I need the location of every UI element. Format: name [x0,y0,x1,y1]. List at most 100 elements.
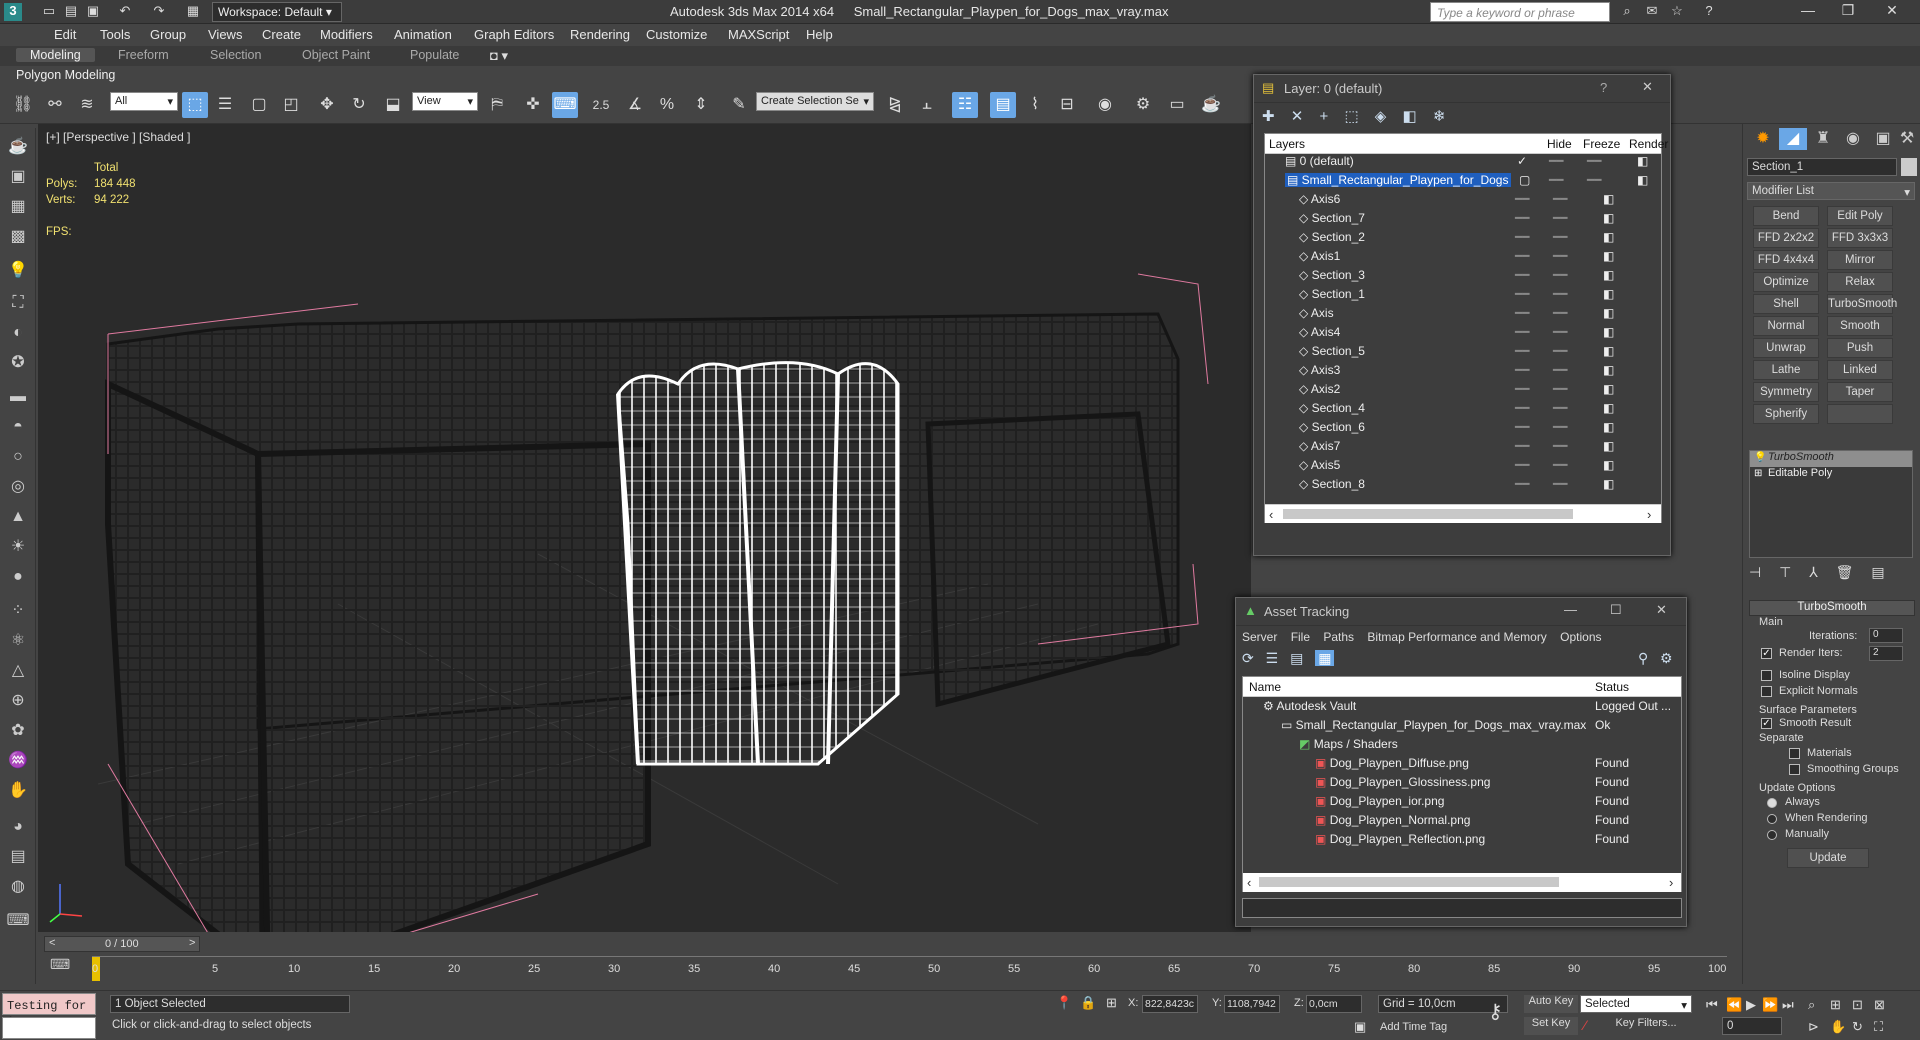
pivot-center-icon[interactable]: ⛿ [484,92,510,118]
orbit-icon[interactable]: ↻ [1852,1019,1863,1035]
curve-editor-icon[interactable]: ⌇ [1022,92,1048,118]
snaps-toggle-icon[interactable]: 2.5 [588,92,614,118]
reference-coordinate-dropdown[interactable]: View ▾ [412,92,478,111]
rectangular-selection-icon[interactable]: ▢ [246,92,272,118]
hair-icon[interactable]: ♒ [5,748,31,774]
smoothing-groups-checkbox[interactable] [1789,764,1800,775]
teapot-icon[interactable]: ☕ [5,134,31,160]
new-file-icon[interactable]: ▭ [40,3,58,20]
delete-layer-icon[interactable]: ✕ [1291,108,1304,125]
favorites-star-icon[interactable]: ☆ [1668,3,1686,20]
motion-tab-icon[interactable]: ◉ [1839,128,1867,150]
maxscript-mini-listener[interactable]: Testing for : [2,993,96,1027]
thumbnail-view-icon[interactable]: ▤ [1290,650,1303,666]
modifier-button[interactable]: Linked XForm [1827,360,1893,394]
layer-row[interactable]: ◇ Axis5 ━━ ━━ ◧ [1299,458,1655,477]
modifier-button[interactable] [1827,404,1893,424]
refresh-icon[interactable]: ⟳ [1242,650,1254,666]
vault-settings-icon[interactable]: ⚙ [1660,650,1673,667]
modifier-button[interactable]: Push [1827,338,1893,358]
col-hide[interactable]: Hide [1547,137,1572,151]
asset-menu-bitmap[interactable]: Bitmap Performance and Memory [1367,630,1546,644]
restore-icon[interactable]: ❐ [1830,2,1866,22]
zoom-extents-all-icon[interactable]: ⊠ [1874,997,1885,1013]
zoom-icon[interactable]: ⌕ [1808,997,1815,1013]
tab-modeling[interactable]: Modeling [16,48,95,62]
select-object-icon[interactable]: ⬚ [182,92,208,118]
edit-named-selection-icon[interactable]: ✎ [726,92,752,118]
asset-menu-file[interactable]: File [1291,630,1310,644]
blue-sphere-icon[interactable]: ◕ [5,814,31,840]
asset-scrollbar[interactable]: ‹ › [1243,873,1681,892]
script-listener-icon[interactable]: ⌨ [5,908,31,934]
layer-close-icon[interactable]: ✕ [1642,79,1653,95]
go-to-end-icon[interactable]: ⏭ [1782,997,1794,1013]
col-freeze[interactable]: Freeze [1583,137,1620,151]
isoline-checkbox[interactable] [1761,670,1772,681]
layer-row[interactable]: ◇ Axis ━━ ━━ ◧ [1299,306,1655,325]
globe-icon[interactable]: ⊕ [5,688,31,714]
scroll-thumb[interactable] [1283,509,1573,519]
sphere-icon[interactable]: ○ [5,444,31,470]
current-frame-field[interactable]: 0 [1722,1017,1782,1035]
zoom-extents-icon[interactable]: ⊡ [1852,997,1863,1013]
show-end-result-icon[interactable]: ⊤ [1779,564,1791,580]
render-production-icon[interactable]: ☕ [1198,92,1224,118]
undo-icon[interactable]: ↶ [116,3,134,20]
menu-group[interactable]: Group [150,27,186,42]
menu-rendering[interactable]: Rendering [570,27,630,42]
asset-row[interactable]: ▣ Dog_Playpen_Normal.png [1315,813,1470,832]
time-ruler[interactable]: 0 5 10 15 20 25 30 35 40 45 50 55 60 65 … [92,956,1727,981]
subscription-icon[interactable]: ✉ [1643,3,1661,20]
update-button[interactable]: Update [1787,848,1869,868]
modifier-button[interactable]: TurboSmooth [1827,294,1897,314]
render-setup-icon[interactable]: ⚙ [1130,92,1156,118]
modifier-list-dropdown[interactable]: Modifier List ▾ [1747,182,1915,200]
x-coordinate-field[interactable]: 822,8423c [1142,995,1198,1013]
expand-plus-icon[interactable]: ⊞ [1754,468,1762,479]
asset-close-icon[interactable]: ✕ [1656,602,1667,618]
light-bulb-icon[interactable]: 💡 [1754,452,1766,463]
layer-row[interactable]: ◇ Section_8 ━━ ━━ ◧ [1299,477,1655,496]
mini-curve-editor-icon[interactable]: ⌨ [50,956,74,978]
asset-row[interactable]: ▣ Dog_Playpen_Diffuse.png [1315,756,1469,775]
slider-right-icon[interactable]: > [189,937,195,949]
schematic-view-icon[interactable]: ⊟ [1054,92,1080,118]
render-iters-spinner[interactable]: 2 [1869,646,1903,661]
selection-filter-dropdown[interactable]: All ▾ [110,92,178,111]
key-filters-button[interactable]: Key Filters... [1604,1017,1688,1035]
scroll-left-icon[interactable]: ‹ [1269,507,1273,522]
highlight-layer-icon[interactable]: ◈ [1375,108,1387,125]
remove-modifier-icon[interactable]: 🗑 [1836,564,1854,580]
select-manipulate-icon[interactable]: ✜ [520,92,546,118]
tab-freeform[interactable]: Freeform [118,48,169,62]
tab-populate[interactable]: Populate [410,48,459,62]
z-coordinate-field[interactable]: 0,0cm [1306,995,1362,1013]
asset-row[interactable]: ▣ Dog_Playpen_ior.png [1315,794,1444,813]
grid-icon[interactable]: ▩ [5,224,31,250]
scale-icon[interactable]: ⬓ [380,92,406,118]
set-key-button[interactable]: Set Key [1524,1017,1578,1035]
hand-icon[interactable]: ✋ [5,778,31,804]
key-filter-icon[interactable]: ⁄ [1584,1017,1586,1033]
asset-row[interactable]: ◩ Maps / Shaders [1299,737,1398,756]
close-icon[interactable]: ✕ [1874,2,1910,22]
maxscript-input[interactable] [2,1017,96,1039]
modifier-button[interactable]: FFD 2x2x2 [1753,228,1819,248]
tab-object-paint[interactable]: Object Paint [302,48,370,62]
rendered-frame-window-icon[interactable]: ▭ [1164,92,1190,118]
particles-icon[interactable]: ⁘ [5,598,31,624]
modifier-button[interactable]: Optimize [1753,272,1819,292]
asset-menu-server[interactable]: Server [1242,630,1277,644]
vault-connect-icon[interactable]: ⚲ [1638,650,1648,667]
asset-maximize-icon[interactable]: ☐ [1610,602,1622,618]
hide-all-icon[interactable]: ◧ [1403,108,1417,125]
minimize-icon[interactable]: — [1790,2,1826,22]
asset-path-field[interactable] [1242,898,1682,918]
layer-row[interactable]: ◇ Section_1 ━━ ━━ ◧ [1299,287,1655,306]
modifier-button[interactable]: Bend [1753,206,1819,226]
hierarchy-tab-icon[interactable]: ♜ [1809,128,1837,150]
project-folder-icon[interactable]: ▦ [184,3,202,20]
create-layer-icon[interactable]: ✚ [1262,108,1275,125]
layer-row[interactable]: ◇ Axis2 ━━ ━━ ◧ [1299,382,1655,401]
